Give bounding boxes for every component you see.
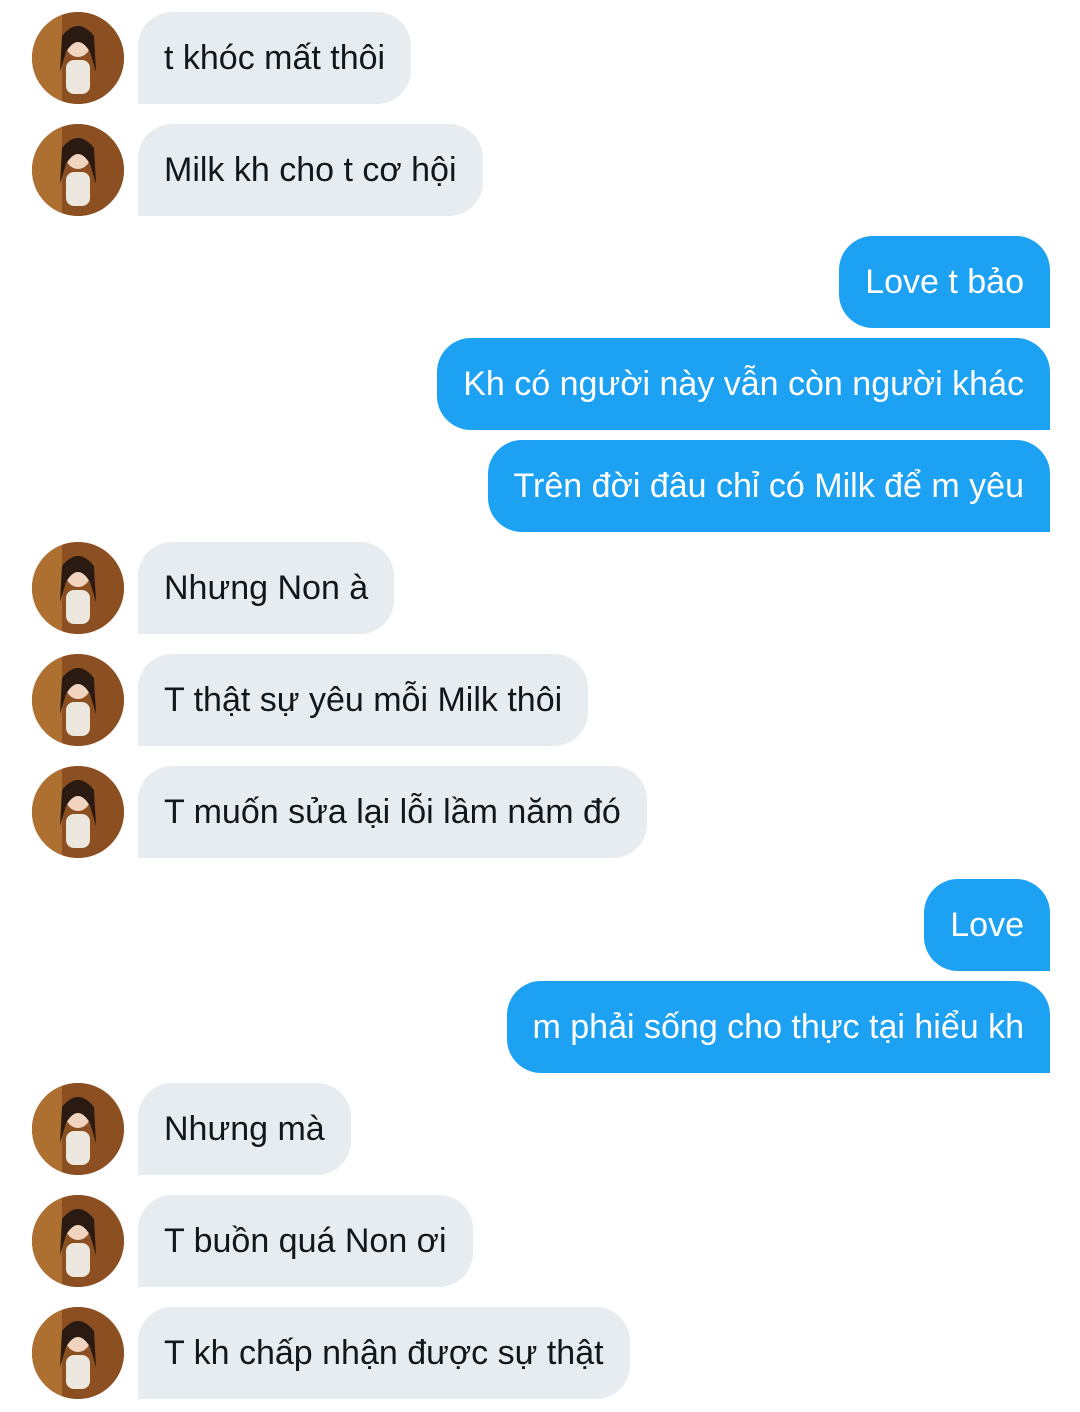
message-text: Milk kh cho t cơ hội (164, 150, 457, 189)
message-text: Love t bảo (865, 262, 1024, 301)
incoming-message-bubble[interactable]: Nhưng Non à (138, 542, 395, 634)
contact-avatar[interactable] (32, 1195, 124, 1287)
message-text: T muốn sửa lại lỗi lầm năm đó (164, 792, 621, 831)
message-text: m phải sống cho thực tại hiểu kh (532, 1007, 1025, 1046)
message-text: T kh chấp nhận được sự thật (164, 1333, 604, 1372)
message-text: T buồn quá Non ơi (164, 1221, 447, 1260)
contact-avatar[interactable] (32, 12, 124, 104)
message-text: Trên đời đâu chỉ có Milk để m yêu (513, 466, 1024, 505)
contact-avatar[interactable] (32, 1307, 124, 1399)
contact-avatar[interactable] (32, 124, 124, 216)
outgoing-message-bubble[interactable]: Kh có người này vẫn còn người khác (437, 338, 1050, 430)
message-text: Nhưng Non à (164, 568, 369, 607)
incoming-message-bubble[interactable]: T thật sự yêu mỗi Milk thôi (138, 654, 589, 746)
outgoing-message-bubble[interactable]: Love t bảo (839, 236, 1050, 328)
contact-avatar[interactable] (32, 542, 124, 634)
message-text: Kh có người này vẫn còn người khác (463, 364, 1024, 403)
outgoing-message-bubble[interactable]: Trên đời đâu chỉ có Milk để m yêu (487, 440, 1050, 532)
incoming-message-bubble[interactable]: T kh chấp nhận được sự thật (138, 1307, 630, 1399)
message-thread: t khóc mất thôi Milk kh cho t cơ hội Lov… (0, 0, 1080, 1412)
incoming-message-bubble[interactable]: T muốn sửa lại lỗi lầm năm đó (138, 766, 647, 858)
message-text: t khóc mất thôi (164, 38, 386, 77)
message-text: Love (950, 905, 1024, 944)
outgoing-message-bubble[interactable]: m phải sống cho thực tại hiểu kh (506, 981, 1050, 1073)
contact-avatar[interactable] (32, 766, 124, 858)
incoming-message-bubble[interactable]: T buồn quá Non ơi (138, 1195, 473, 1287)
incoming-message-bubble[interactable]: t khóc mất thôi (138, 12, 412, 104)
message-text: T thật sự yêu mỗi Milk thôi (164, 680, 563, 719)
outgoing-message-bubble[interactable]: Love (924, 879, 1050, 971)
incoming-message-bubble[interactable]: Milk kh cho t cơ hội (138, 124, 483, 216)
incoming-message-bubble[interactable]: Nhưng mà (138, 1083, 351, 1175)
message-text: Nhưng mà (164, 1109, 325, 1148)
contact-avatar[interactable] (32, 1083, 124, 1175)
contact-avatar[interactable] (32, 654, 124, 746)
